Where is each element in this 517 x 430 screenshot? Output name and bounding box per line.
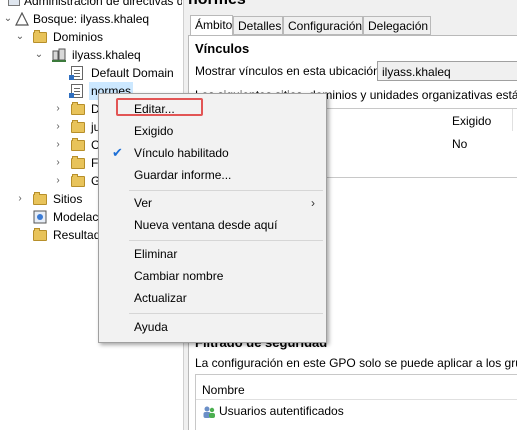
menu-label: Exigido (134, 124, 174, 138)
tab-delegation[interactable]: Delegación (363, 16, 431, 35)
chevron-down-icon[interactable]: ⌄ (33, 46, 45, 64)
ou-folder-icon (71, 102, 85, 115)
submenu-arrow-icon: › (311, 196, 315, 210)
chevron-right-icon[interactable]: › (52, 136, 64, 154)
menu-item-refresh[interactable]: Actualizar (100, 287, 325, 309)
menu-item-rename[interactable]: Cambiar nombre (100, 265, 325, 287)
column-header-enforced[interactable]: Exigido (452, 114, 491, 128)
ou-folder-icon (71, 120, 85, 133)
tree-label-results: Resultad (53, 228, 101, 242)
results-folder-icon (33, 228, 47, 241)
sites-folder-icon (33, 192, 47, 205)
tab-details[interactable]: Detalles (233, 16, 283, 35)
chevron-right-icon[interactable]: › (52, 172, 64, 190)
menu-label: Eliminar (134, 247, 178, 261)
filter-description: La configuración en este GPO solo se pue… (195, 356, 517, 370)
menu-item-link-enabled[interactable]: ✔ Vínculo habilitado (100, 142, 325, 164)
menu-label: Nueva ventana desde aquí (134, 218, 278, 232)
row-enforced-value: No (452, 137, 468, 151)
gpo-link-icon (69, 84, 83, 98)
chevron-right-icon[interactable]: › (52, 100, 64, 118)
menu-separator (129, 240, 323, 241)
tree-label-sites: Sitios (53, 192, 83, 206)
menu-label: Guardar informe... (134, 168, 232, 182)
menu-separator (129, 190, 323, 191)
tree-label-domains: Dominios (53, 30, 104, 44)
security-filter-table[interactable]: Nombre Usuarios autentificados (195, 374, 517, 430)
forest-icon (15, 12, 29, 26)
menu-label: Vínculo habilitado (134, 146, 229, 160)
menu-item-new-window[interactable]: Nueva ventana desde aquí (100, 214, 325, 236)
modeling-icon (33, 210, 47, 224)
menu-item-delete[interactable]: Eliminar (100, 243, 325, 265)
tree-label-default-policy: Default Domain (91, 66, 174, 80)
folder-icon (33, 30, 47, 43)
menu-label: Ayuda (134, 320, 168, 334)
menu-item-enforced[interactable]: Exigido (100, 120, 325, 142)
users-group-icon (203, 406, 215, 418)
tree-label-domain: ilyass.khaleq (72, 48, 141, 62)
menu-label: Cambiar nombre (134, 269, 224, 283)
ou-folder-icon (71, 174, 85, 187)
chevron-down-icon[interactable]: ⌄ (14, 28, 26, 46)
page-title: normes (188, 0, 246, 9)
menu-separator (129, 313, 323, 314)
chevron-right-icon[interactable]: › (52, 154, 64, 172)
ou-folder-icon (71, 138, 85, 151)
gpo-link-icon (69, 66, 83, 80)
menu-item-save-report[interactable]: Guardar informe... (100, 164, 325, 186)
console-icon (8, 0, 20, 6)
filter-item-label[interactable]: Usuarios autentificados (219, 404, 344, 418)
tree-root-label: Administración de directivas de grupo (24, 0, 182, 8)
location-dropdown[interactable]: ilyass.khaleq (377, 61, 517, 81)
checkmark-icon: ✔ (112, 145, 123, 160)
tab-scope[interactable]: Ámbito (190, 15, 233, 36)
header-divider (196, 399, 517, 400)
context-menu: Editar... Exigido ✔ Vínculo habilitado G… (98, 93, 327, 343)
domain-icon (52, 48, 66, 62)
column-header-name[interactable]: Nombre (202, 383, 245, 397)
menu-label: Actualizar (134, 291, 187, 305)
tree-label-modeling: Modelac (53, 210, 99, 224)
links-section-title: Vínculos (195, 41, 250, 56)
menu-label: Editar... (134, 102, 175, 116)
chevron-right-icon[interactable]: › (14, 190, 26, 208)
menu-item-edit[interactable]: Editar... (100, 98, 325, 120)
column-divider (512, 109, 513, 131)
chevron-down-icon[interactable]: ⌄ (2, 10, 14, 28)
menu-label: Ver (134, 196, 153, 210)
location-value: ilyass.khaleq (382, 65, 451, 79)
tab-settings[interactable]: Configuración (283, 16, 363, 35)
ou-folder-icon (71, 156, 85, 169)
tree-label-forest: Bosque: ilyass.khaleq (33, 12, 150, 26)
show-links-label: Mostrar vínculos en esta ubicación: (195, 64, 384, 78)
chevron-right-icon[interactable]: › (52, 118, 64, 136)
menu-item-view[interactable]: Ver › (100, 192, 325, 214)
menu-item-help[interactable]: Ayuda (100, 316, 325, 338)
